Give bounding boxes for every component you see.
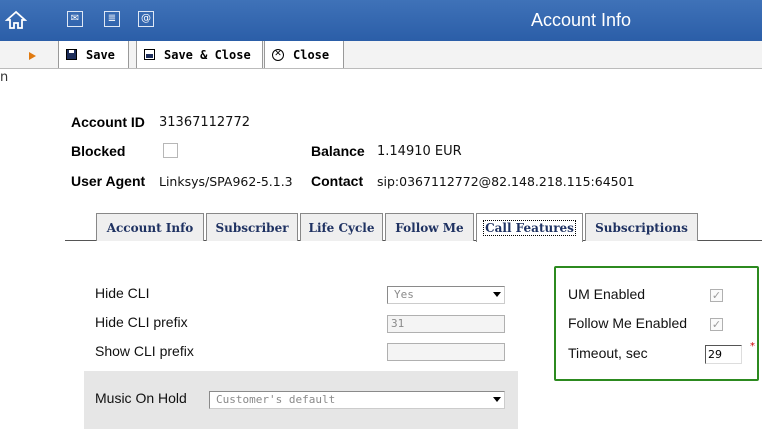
hide-cli-prefix-input[interactable]: 31 <box>387 315 505 333</box>
toolbar: Save Save & Close ✕ Close <box>0 41 762 69</box>
tab-subscriber[interactable]: Subscriber <box>206 213 298 241</box>
tab-subscriptions[interactable]: Subscriptions <box>585 213 698 241</box>
um-enabled-label: UM Enabled <box>568 286 646 302</box>
user-agent-label: User Agent <box>71 173 146 189</box>
show-cli-prefix-input[interactable] <box>387 343 505 361</box>
contact-label: Contact <box>311 173 364 189</box>
title-bar: ✉ ≣ @ Account Info <box>0 0 762 41</box>
save-disk-icon <box>66 49 77 60</box>
music-on-hold-select[interactable]: Customer's default <box>209 391 505 409</box>
tab-call-features[interactable]: Call Features <box>476 213 583 242</box>
hide-cli-label: Hide CLI <box>95 285 150 301</box>
save-close-button[interactable]: Save & Close <box>136 41 263 68</box>
show-cli-prefix-label: Show CLI prefix <box>95 343 194 359</box>
contact-value: sip:0367112772@82.148.218.115:64501 <box>377 174 635 189</box>
mail-icon[interactable]: ✉ <box>67 11 83 27</box>
close-circle-icon: ✕ <box>272 48 284 61</box>
tab-account-info[interactable]: Account Info <box>96 213 204 241</box>
user-agent-value: Linksys/SPA962-5.1.3 <box>159 174 293 189</box>
tab-follow-me[interactable]: Follow Me <box>385 213 474 241</box>
balance-value: 1.14910 EUR <box>377 144 462 159</box>
account-id-label: Account ID <box>71 114 145 130</box>
play-arrow-icon <box>29 52 36 60</box>
um-enabled-checkbox[interactable]: ✓ <box>710 289 723 302</box>
tab-life-cycle[interactable]: Life Cycle <box>300 213 383 241</box>
dropdown-arrow-icon <box>493 292 501 297</box>
check-icon: ✓ <box>711 289 722 302</box>
follow-me-enabled-label: Follow Me Enabled <box>568 315 688 331</box>
save-button[interactable]: Save <box>58 41 129 68</box>
blocked-checkbox[interactable] <box>163 143 178 158</box>
close-button[interactable]: ✕ Close <box>264 41 344 68</box>
account-id-value: 31367112772 <box>159 115 250 130</box>
timeout-label: Timeout, sec <box>568 345 648 361</box>
list-icon[interactable]: ≣ <box>104 11 120 27</box>
check-icon: ✓ <box>711 318 722 331</box>
stray-text: n <box>0 70 9 85</box>
required-marker: * <box>750 341 755 352</box>
at-icon[interactable]: @ <box>138 11 154 27</box>
balance-label: Balance <box>311 143 365 159</box>
music-on-hold-label: Music On Hold <box>95 390 187 406</box>
home-icon[interactable] <box>5 9 27 31</box>
follow-me-enabled-checkbox[interactable]: ✓ <box>710 318 723 331</box>
timeout-input[interactable]: 29 <box>705 345 742 364</box>
blocked-label: Blocked <box>71 143 126 159</box>
dropdown-arrow-icon <box>493 397 501 402</box>
hide-cli-prefix-label: Hide CLI prefix <box>95 314 188 330</box>
save-close-disk-icon <box>144 49 155 60</box>
window-title: Account Info <box>531 10 632 30</box>
hide-cli-select[interactable]: Yes <box>387 286 505 304</box>
